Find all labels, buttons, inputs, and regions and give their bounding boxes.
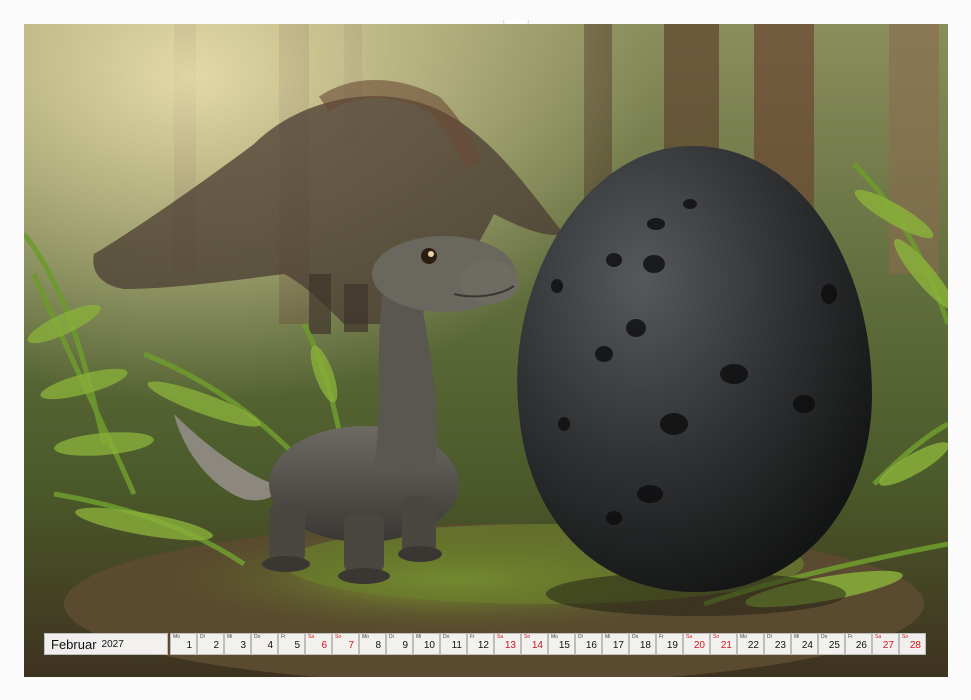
day-cell: Mi 3 <box>224 633 251 655</box>
day-number: 16 <box>585 640 597 651</box>
weekday-label: Mi <box>605 634 611 640</box>
day-number: 8 <box>375 640 381 651</box>
day-cell: Di 2 <box>197 633 224 655</box>
day-cell: Fr 12 <box>467 633 494 655</box>
year-label: 2027 <box>101 638 124 650</box>
weekday-label: Fr <box>848 634 853 640</box>
day-cell: So 21 <box>710 633 737 655</box>
weekday-label: Fr <box>659 634 664 640</box>
day-number: 26 <box>855 640 867 651</box>
day-number: 17 <box>612 640 624 651</box>
day-cell: Mo 1 <box>170 633 197 655</box>
day-number: 4 <box>267 640 273 651</box>
weekday-label: Di <box>767 634 772 640</box>
day-number: 23 <box>774 640 786 651</box>
day-cell: Sa 27 <box>872 633 899 655</box>
day-cell: Mi 17 <box>602 633 629 655</box>
day-cell: Fr 26 <box>845 633 872 655</box>
day-cell: Mi 10 <box>413 633 440 655</box>
weekday-label: Mi <box>794 634 800 640</box>
dinosaur-photo <box>24 24 948 677</box>
day-cell: Mo 15 <box>548 633 575 655</box>
day-number: 27 <box>882 640 894 651</box>
day-cell: So 14 <box>521 633 548 655</box>
day-number: 22 <box>747 640 759 651</box>
day-number: 13 <box>504 640 516 651</box>
day-cell: Do 4 <box>251 633 278 655</box>
day-number: 21 <box>720 640 732 651</box>
day-number: 19 <box>666 640 678 651</box>
day-number: 18 <box>639 640 651 651</box>
day-cell: Di 9 <box>386 633 413 655</box>
day-number: 24 <box>801 640 813 651</box>
weekday-label: Di <box>578 634 583 640</box>
weekday-label: Fr <box>470 634 475 640</box>
weekday-label: Do <box>632 634 639 640</box>
day-number: 20 <box>693 640 705 651</box>
day-cell: Mo 22 <box>737 633 764 655</box>
weekday-label: Di <box>389 634 394 640</box>
weekday-label: Do <box>821 634 828 640</box>
day-number: 6 <box>321 640 327 651</box>
weekday-label: Fr <box>281 634 286 640</box>
day-cell: Sa 13 <box>494 633 521 655</box>
weekday-label: Mi <box>227 634 233 640</box>
day-cell: Di 23 <box>764 633 791 655</box>
weekday-label: Do <box>254 634 261 640</box>
weekday-label: Sa <box>497 634 504 640</box>
day-cell: Fr 5 <box>278 633 305 655</box>
day-cell: Mi 24 <box>791 633 818 655</box>
day-cell: Sa 6 <box>305 633 332 655</box>
month-name: Februar <box>51 636 97 652</box>
month-calendar-strip: Februar 2027 Mo 1 Di 2 Mi 3 Do 4 Fr 5 Sa 6 So 7 Mo 8 Di 9… <box>44 633 926 655</box>
day-cell: Fr 19 <box>656 633 683 655</box>
weekday-label: Di <box>200 634 205 640</box>
day-cell: Di 16 <box>575 633 602 655</box>
photo-illustration <box>24 24 948 677</box>
day-number: 1 <box>186 640 192 651</box>
day-number: 9 <box>402 640 408 651</box>
calendar-page: Februar 2027 Mo 1 Di 2 Mi 3 Do 4 Fr 5 Sa 6 So 7 Mo 8 Di 9… <box>0 0 971 700</box>
weekday-label: So <box>902 634 909 640</box>
day-cell: So 7 <box>332 633 359 655</box>
weekday-label: Do <box>443 634 450 640</box>
day-cell: Sa 20 <box>683 633 710 655</box>
day-number: 10 <box>423 640 435 651</box>
day-cell: Do 25 <box>818 633 845 655</box>
weekday-label: So <box>524 634 531 640</box>
weekday-label: Mo <box>173 634 180 640</box>
day-number: 28 <box>909 640 921 651</box>
month-label-box: Februar 2027 <box>44 633 168 655</box>
day-number: 7 <box>348 640 354 651</box>
weekday-label: Sa <box>686 634 693 640</box>
day-number: 5 <box>294 640 300 651</box>
day-number: 2 <box>213 640 219 651</box>
day-number: 3 <box>240 640 246 651</box>
day-number: 14 <box>531 640 543 651</box>
weekday-label: So <box>335 634 342 640</box>
day-cell: Do 11 <box>440 633 467 655</box>
weekday-label: Sa <box>875 634 882 640</box>
days-row: Mo 1 Di 2 Mi 3 Do 4 Fr 5 Sa 6 So 7 Mo 8 Di 9 Mi 10 Do 11 Fr 12 S… <box>170 633 926 655</box>
day-cell: Mo 8 <box>359 633 386 655</box>
weekday-label: So <box>713 634 720 640</box>
day-number: 11 <box>451 640 462 651</box>
weekday-label: Mi <box>416 634 422 640</box>
weekday-label: Mo <box>551 634 558 640</box>
day-cell: Do 18 <box>629 633 656 655</box>
day-number: 25 <box>828 640 840 651</box>
weekday-label: Mo <box>740 634 747 640</box>
day-number: 15 <box>558 640 570 651</box>
weekday-label: Sa <box>308 634 315 640</box>
weekday-label: Mo <box>362 634 369 640</box>
day-cell: So 28 <box>899 633 926 655</box>
day-number: 12 <box>477 640 489 651</box>
